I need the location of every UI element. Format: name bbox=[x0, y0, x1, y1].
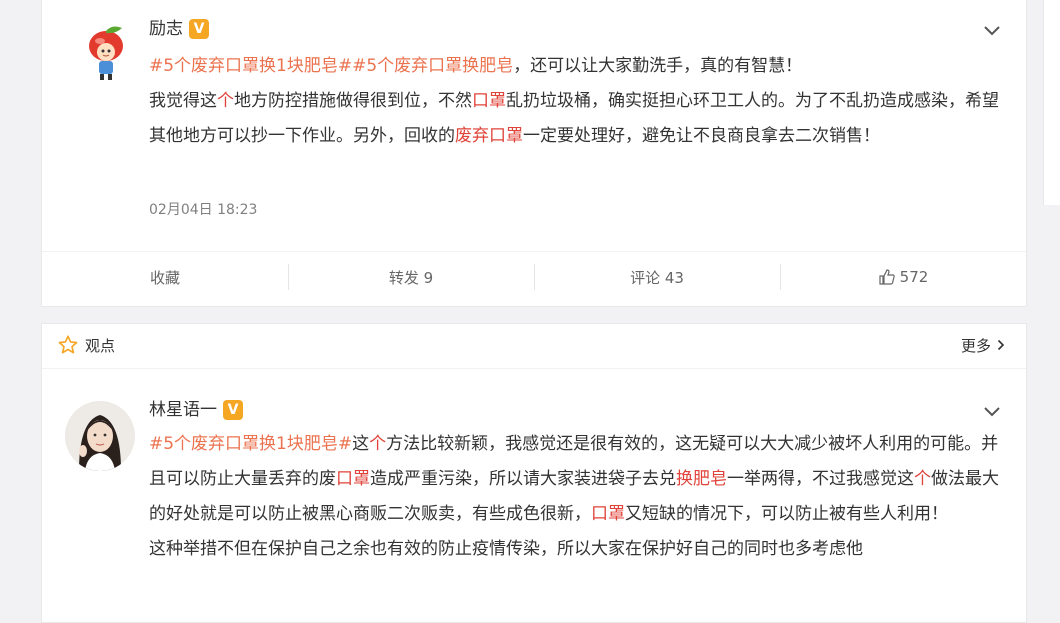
divider bbox=[42, 251, 1026, 252]
post-text-segment: 我觉得这 bbox=[149, 91, 217, 111]
post-text-segment: 一定要处理好，避免让不良商良拿去二次销售！ bbox=[523, 126, 880, 146]
comment-button[interactable]: 评论 43 bbox=[534, 254, 780, 300]
action-bar: 收藏 转发 9 评论 43 572 bbox=[42, 254, 1026, 300]
highlight-keyword: 个 bbox=[914, 469, 931, 489]
author-name[interactable]: 林星语一 V bbox=[149, 399, 243, 421]
post-text-segment: 地方防控措施做得很到位，不然 bbox=[234, 91, 472, 111]
author-name-text[interactable]: 励志 bbox=[149, 19, 183, 39]
favorite-label: 收藏 bbox=[149, 268, 180, 287]
post-text-segment: ，还可以让大家勤洗手，真的有智慧！ bbox=[513, 56, 803, 76]
post-card: 励志 V #5个废弃口罩换1块肥皂##5个废弃口罩换肥皂，还可以让大家勤洗手，真的… bbox=[41, 0, 1027, 307]
post-text-paragraph: 这种举措不但在保护自己之余也有效的防止疫情传染，所以大家在保护好自己的同时也多考… bbox=[149, 539, 863, 559]
section-header: 观点 更多 bbox=[41, 323, 1027, 367]
like-count: 572 bbox=[899, 268, 929, 286]
repost-button[interactable]: 转发 9 bbox=[288, 254, 534, 300]
like-icon bbox=[879, 269, 895, 285]
chevron-down-icon[interactable] bbox=[982, 24, 1002, 38]
right-scroll-strip bbox=[1043, 0, 1060, 205]
post-text: #5个废弃口罩换1块肥皂##5个废弃口罩换肥皂，还可以让大家勤洗手，真的有智慧！… bbox=[149, 49, 1009, 154]
highlight-keyword: 个 bbox=[217, 91, 234, 111]
highlight-keyword: 口罩 bbox=[336, 469, 370, 489]
highlight-keyword: 废弃口罩 bbox=[455, 126, 523, 146]
topic-link[interactable]: #5个废弃口罩换1块肥皂# bbox=[149, 56, 352, 76]
topic-link[interactable]: #5个废弃口罩换肥皂 bbox=[352, 56, 513, 76]
highlight-keyword: 换肥皂 bbox=[676, 469, 727, 489]
avatar[interactable] bbox=[65, 401, 135, 471]
avatar[interactable] bbox=[76, 22, 136, 82]
topic-link[interactable]: #5个废弃口罩换1块肥皂# bbox=[149, 434, 352, 454]
highlight-keyword: 个 bbox=[369, 434, 387, 454]
highlight-keyword: 口罩 bbox=[591, 504, 625, 524]
star-icon bbox=[58, 335, 78, 354]
post-text-segment: 这 bbox=[352, 434, 370, 454]
author-name-text[interactable]: 林星语一 bbox=[149, 400, 217, 420]
post-text-line1: #5个废弃口罩换1块肥皂##5个废弃口罩换肥皂，还可以让大家勤洗手，真的有智慧！ bbox=[149, 49, 1009, 84]
post-timestamp[interactable]: 02月04日 18:23 bbox=[149, 199, 257, 219]
repost-label: 转发 9 bbox=[388, 268, 434, 287]
verified-badge-icon: V bbox=[223, 400, 243, 420]
post-text: #5个废弃口罩换1块肥皂#这个方法比较新颖，我感觉还是很有效的，这无疑可以大大减… bbox=[149, 427, 1009, 567]
more-link[interactable]: 更多 bbox=[961, 335, 1005, 356]
chevron-right-icon bbox=[997, 339, 1005, 351]
divider bbox=[42, 368, 1026, 369]
post-text-segment: 造成严重污染，所以请大家装进袋子去兑 bbox=[370, 469, 676, 489]
verified-badge-icon: V bbox=[189, 19, 209, 39]
post-text-paragraph: 我觉得这个地方防控措施做得很到位，不然口罩乱扔垃圾桶，确实挺担心环卫工人的。为了… bbox=[149, 84, 1009, 154]
post-text-segment: 一举两得，不过我感觉这 bbox=[727, 469, 914, 489]
section-title: 观点 bbox=[85, 336, 116, 355]
highlight-keyword: 口罩 bbox=[472, 91, 506, 111]
comment-label: 评论 43 bbox=[630, 268, 684, 287]
chevron-down-icon[interactable] bbox=[982, 405, 1002, 419]
like-button[interactable]: 572 bbox=[780, 254, 1026, 300]
post-text-segment: 又短缺的情况下，可以防止被有些人利用！ bbox=[625, 504, 948, 524]
post-text-paragraph: #5个废弃口罩换1块肥皂#这个方法比较新颖，我感觉还是很有效的，这无疑可以大大减… bbox=[149, 427, 1009, 532]
more-label: 更多 bbox=[960, 336, 991, 355]
viewpoint-card: 林星语一 V #5个废弃口罩换1块肥皂#这个方法比较新颖，我感觉还是很有效的，这无… bbox=[41, 323, 1027, 623]
favorite-button[interactable]: 收藏 bbox=[42, 254, 288, 300]
author-name[interactable]: 励志 V bbox=[149, 18, 209, 40]
